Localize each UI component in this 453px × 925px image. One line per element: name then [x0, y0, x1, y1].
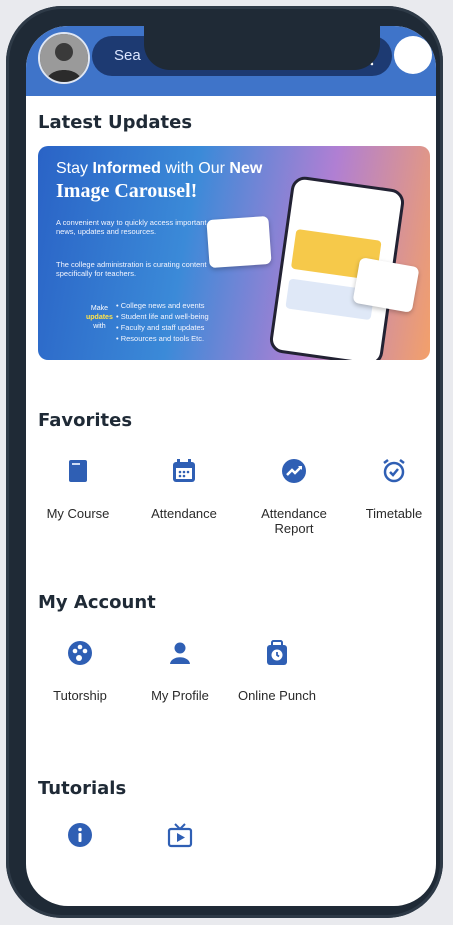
favorite-attendance-report[interactable]: Attendance Report [240, 458, 348, 536]
phone-frame: Sea Latest Updates Stay Informed with Ou… [6, 6, 443, 918]
favorite-attendance[interactable]: Attendance [134, 458, 234, 521]
latest-updates-title: Latest Updates [38, 112, 193, 133]
banner-description: A convenient way to quickly access impor… [56, 218, 207, 236]
account-my-profile[interactable]: My Profile [130, 640, 230, 703]
account-label: Tutorship [53, 688, 107, 703]
account-tutorship[interactable]: Tutorship [30, 640, 130, 703]
punch-clock-icon [267, 640, 287, 665]
banner-make-updates: Make updates with [86, 305, 113, 330]
updates-banner[interactable]: Stay Informed with Our New Image Carouse… [38, 146, 430, 360]
banner-card-left [206, 215, 272, 269]
my-account-title: My Account [38, 592, 156, 613]
top-bar: Sea [26, 26, 436, 96]
favorites-title: Favorites [38, 410, 133, 431]
app-screen: Sea Latest Updates Stay Informed with Ou… [26, 26, 436, 906]
calendar-icon [173, 459, 195, 482]
palette-icon [68, 641, 92, 665]
avatar[interactable] [38, 32, 90, 84]
circle-action-button[interactable] [394, 36, 432, 74]
search-input[interactable]: Sea [114, 47, 141, 64]
account-online-punch[interactable]: Online Punch [226, 640, 328, 703]
account-label: My Profile [151, 688, 209, 703]
tutorials-title: Tutorials [38, 778, 127, 799]
favorite-label: My Course [46, 506, 110, 521]
account-label: Online Punch [237, 688, 317, 703]
favorite-label: Attendance [151, 506, 217, 521]
favorite-timetable[interactable]: Timetable [352, 458, 436, 521]
favorite-label: Timetable [365, 506, 423, 521]
banner-bullets: • College news and events • Student life… [116, 301, 209, 343]
banner-description-2: The college administration is curating c… [56, 260, 207, 278]
alarm-clock-icon [383, 459, 405, 483]
video-tv-icon [167, 823, 193, 848]
tutorial-video[interactable] [130, 822, 230, 852]
person-icon [170, 642, 190, 664]
banner-line1: Stay Informed with Our New [56, 160, 263, 177]
favorite-my-course[interactable]: My Course [30, 458, 126, 521]
notch [144, 26, 380, 70]
trend-chart-icon [282, 459, 306, 483]
book-icon [69, 460, 87, 482]
tutorial-info[interactable] [30, 822, 130, 852]
user-photo-icon [40, 34, 88, 82]
info-icon [68, 823, 92, 847]
banner-line2: Image Carousel! [56, 180, 198, 202]
favorite-label: Attendance Report [261, 506, 327, 536]
